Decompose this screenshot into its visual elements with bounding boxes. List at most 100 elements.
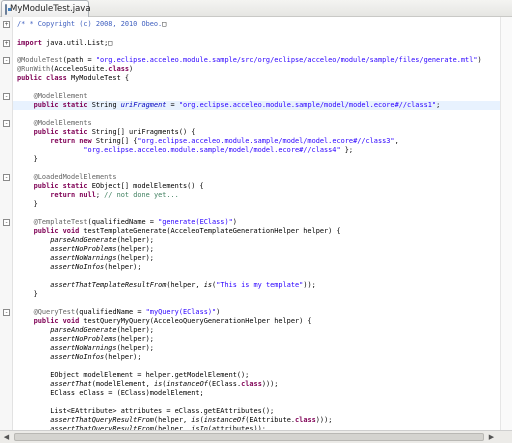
code-token: "org.eclipse.acceleo.module.sample/model… xyxy=(83,146,341,154)
code-token: instanceOf xyxy=(203,416,246,424)
code-token: (helper, xyxy=(166,281,204,289)
code-token: return null xyxy=(50,191,96,199)
code-token: ))); xyxy=(261,380,279,388)
horizontal-scrollbar[interactable]: ◀ ▶ xyxy=(0,430,512,443)
code-line: assertNoProblems(helper); xyxy=(17,335,154,344)
code-line: public void testTemplateGenerate(Acceleo… xyxy=(17,227,341,236)
code-token: class xyxy=(108,65,130,73)
code-line: parseAndGenerate(helper); xyxy=(17,236,154,245)
code-editor[interactable]: /* * Copyright (c) 2008, 2010 Obeo.□ impo… xyxy=(13,17,500,430)
tab-title: MyModuleTest.java xyxy=(10,4,91,14)
code-token: assertNoInfos xyxy=(50,263,105,271)
code-token: String[] uriFragments() { xyxy=(87,128,196,136)
code-token: (helper); xyxy=(116,236,154,244)
code-token: assertThatQueryResultFrom xyxy=(50,416,154,424)
code-line: } xyxy=(17,155,38,164)
code-token: } xyxy=(17,155,38,163)
scrollbar-thumb[interactable] xyxy=(14,433,484,441)
code-token: parseAndGenerate xyxy=(50,326,117,334)
fold-expand-icon[interactable]: + xyxy=(3,40,10,47)
code-token: (helper); xyxy=(116,344,154,352)
code-token: return new xyxy=(50,137,92,145)
code-token: is xyxy=(153,380,163,388)
code-token: ) xyxy=(477,56,482,64)
code-line: assertThat(modelElement, is(instanceOf(E… xyxy=(17,380,278,389)
scroll-right-icon[interactable]: ▶ xyxy=(486,432,497,442)
code-line: @TemplateTest(qualifiedName = "generate(… xyxy=(17,218,237,227)
code-token: MyModuleTest { xyxy=(66,74,130,82)
code-line: public void testQueryMyQuery(AcceleoQuer… xyxy=(17,317,312,326)
code-token: assertNoProblems xyxy=(50,245,117,253)
code-line: "org.eclipse.acceleo.module.sample/model… xyxy=(17,146,353,155)
code-token: "org.eclipse.acceleo.module.sample/model… xyxy=(178,101,437,109)
code-token: )); xyxy=(303,281,316,289)
code-line: EObject modelElement = helper.getModelEl… xyxy=(17,371,249,380)
java-file-icon xyxy=(5,3,11,15)
code-token: } xyxy=(17,290,38,298)
fold-collapse-icon[interactable]: - xyxy=(3,174,10,181)
code-token: (AcceleoSuite. xyxy=(50,65,109,73)
code-line: @QueryTest(qualifiedName = "myQuery(ECla… xyxy=(17,308,221,317)
code-token: (helper); xyxy=(116,335,154,343)
editor-tab-mymoduletest[interactable]: MyModuleTest.java xyxy=(1,0,91,17)
code-token: public static xyxy=(33,182,88,190)
code-token: public void xyxy=(33,227,80,235)
code-token: assertNoWarnings xyxy=(50,254,117,262)
code-token: class xyxy=(295,416,316,424)
code-token: is xyxy=(191,416,200,424)
code-token: □ xyxy=(162,20,167,28)
code-token: (helper); xyxy=(116,254,154,262)
code-token: "myQuery(EClass)" xyxy=(145,308,217,316)
code-token: (helper, xyxy=(153,416,192,424)
code-token: □ xyxy=(108,39,113,47)
code-line: assertNoWarnings(helper); xyxy=(17,344,154,353)
code-token: public static xyxy=(33,128,88,136)
code-token: @QueryTest xyxy=(33,308,76,316)
editor-tab-bar: MyModuleTest.java xyxy=(0,0,512,17)
code-token: ) xyxy=(216,308,221,316)
code-token: = xyxy=(166,101,179,109)
code-token: "org.eclipse.acceleo.module.sample/model… xyxy=(137,137,395,145)
code-line: @LoadedModelElements xyxy=(17,173,117,182)
scroll-left-icon[interactable]: ◀ xyxy=(1,432,12,442)
code-token: String xyxy=(87,101,121,109)
code-token: assertThat xyxy=(50,380,92,388)
fold-collapse-icon[interactable]: - xyxy=(3,120,10,127)
code-line: } xyxy=(17,200,38,209)
code-token: public class xyxy=(17,74,67,82)
code-token: "generate(EClass)" xyxy=(158,218,233,226)
code-line: @ModuleTest(path = "org.eclipse.acceleo.… xyxy=(17,56,482,65)
code-token: testTemplateGenerate(AcceleoTemplateGene… xyxy=(79,227,341,235)
code-line: return new String[] {"org.eclipse.accele… xyxy=(17,137,399,146)
code-token: assertNoWarnings xyxy=(50,344,117,352)
code-token: assertThatTemplateResultFrom xyxy=(50,281,167,289)
fold-collapse-icon[interactable]: - xyxy=(3,93,10,100)
code-token: @TemplateTest xyxy=(33,218,88,226)
code-token: List<EAttribute> attributes = eClass.get… xyxy=(17,407,275,415)
fold-collapse-icon[interactable]: - xyxy=(3,309,10,316)
code-token: String[] { xyxy=(91,137,138,145)
fold-collapse-icon[interactable]: - xyxy=(3,219,10,226)
code-line: public static EObject[] modelElements() … xyxy=(17,182,204,191)
fold-expand-icon[interactable]: + xyxy=(3,21,10,28)
fold-collapse-icon[interactable]: - xyxy=(3,57,10,64)
code-token: instanceOf xyxy=(166,380,208,388)
overview-ruler xyxy=(500,17,512,430)
code-line: List<EAttribute> attributes = eClass.get… xyxy=(17,407,274,416)
code-token: } xyxy=(17,200,38,208)
editor-gutter: + + - - - - - - xyxy=(0,17,13,430)
code-token: (modelElement, xyxy=(91,380,154,388)
code-token: (helper); xyxy=(116,326,154,334)
